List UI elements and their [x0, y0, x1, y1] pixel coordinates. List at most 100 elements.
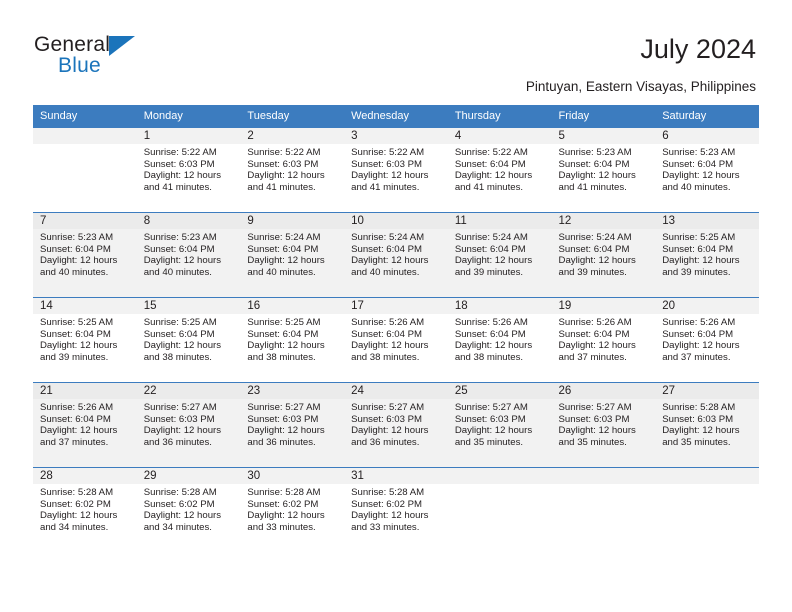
- daylight-duration-line2: and 41 minutes.: [247, 181, 316, 193]
- day-details: Sunrise: 5:27 AM Sunset: 6:03 PM Daylight:…: [344, 399, 448, 448]
- day-number: 19: [551, 298, 656, 314]
- calendar-day-cell[interactable]: 23 Sunrise: 5:27 AM Sunset: 6:03 PM Dayligh…: [240, 382, 345, 468]
- calendar-day-cell[interactable]: 20 Sunrise: 5:26 AM Sunset: 6:04 PM Dayligh…: [655, 297, 759, 383]
- day-cell-inner: 22 Sunrise: 5:27 AM Sunset: 6:03 PM Dayligh…: [136, 383, 241, 467]
- day-cell-inner: 23 Sunrise: 5:27 AM Sunset: 6:03 PM Dayligh…: [240, 383, 345, 467]
- daylight-duration-line2: and 41 minutes.: [558, 181, 627, 193]
- day-number: 10: [344, 213, 448, 229]
- calendar-week-row: 21 Sunrise: 5:26 AM Sunset: 6:04 PM Dayligh…: [33, 382, 759, 468]
- sunset-time: Sunset: 6:04 PM: [558, 158, 630, 170]
- calendar-day-cell[interactable]: 29 Sunrise: 5:28 AM Sunset: 6:02 PM Dayligh…: [136, 467, 241, 552]
- daylight-duration-line2: and 36 minutes.: [143, 436, 212, 448]
- day-cell-inner: 26 Sunrise: 5:27 AM Sunset: 6:03 PM Dayligh…: [551, 383, 656, 467]
- calendar-day-cell[interactable]: 10 Sunrise: 5:24 AM Sunset: 6:04 PM Dayligh…: [344, 212, 448, 298]
- calendar-day-cell[interactable]: 9 Sunrise: 5:24 AM Sunset: 6:04 PM Daylight…: [240, 212, 345, 298]
- day-number: 9: [240, 213, 345, 229]
- day-cell-inner: 20 Sunrise: 5:26 AM Sunset: 6:04 PM Dayligh…: [655, 298, 759, 382]
- daylight-duration-line2: and 37 minutes.: [40, 436, 109, 448]
- day-details: Sunrise: 5:27 AM Sunset: 6:03 PM Daylight:…: [240, 399, 344, 448]
- day-cell-inner: 16 Sunrise: 5:25 AM Sunset: 6:04 PM Dayligh…: [240, 298, 345, 382]
- sunrise-time: Sunrise: 5:27 AM: [143, 402, 217, 413]
- day-details: Sunrise: 5:24 AM Sunset: 6:04 PM Daylight:…: [552, 229, 656, 278]
- calendar-day-cell[interactable]: 1 Sunrise: 5:22 AM Sunset: 6:03 PM Daylight…: [136, 127, 241, 213]
- weekday-header-sunday: Sunday: [33, 105, 137, 128]
- daylight-duration-line2: and 36 minutes.: [247, 436, 316, 448]
- calendar-week-row: 28 Sunrise: 5:28 AM Sunset: 6:02 PM Dayligh…: [33, 467, 759, 552]
- calendar-day-cell[interactable]: 4 Sunrise: 5:22 AM Sunset: 6:04 PM Daylight…: [447, 127, 552, 213]
- daylight-duration-line2: and 38 minutes.: [247, 351, 316, 363]
- daylight-duration-line1: Daylight: 12 hours: [40, 340, 118, 352]
- sunrise-time: Sunrise: 5:26 AM: [40, 402, 114, 413]
- calendar-day-cell[interactable]: 30 Sunrise: 5:28 AM Sunset: 6:02 PM Dayligh…: [240, 467, 345, 552]
- calendar-day-cell[interactable]: 16 Sunrise: 5:25 AM Sunset: 6:04 PM Dayligh…: [240, 297, 345, 383]
- sunset-time: Sunset: 6:02 PM: [247, 498, 319, 510]
- daylight-duration-line2: and 36 minutes.: [351, 436, 420, 448]
- day-number: [551, 468, 656, 484]
- daylight-duration-line1: Daylight: 12 hours: [351, 340, 429, 352]
- general-blue-logo[interactable]: General Blue: [34, 33, 234, 85]
- location-subtitle: Pintuyan, Eastern Visayas, Philippines: [525, 79, 756, 94]
- day-cell-inner: 18 Sunrise: 5:26 AM Sunset: 6:04 PM Dayligh…: [447, 298, 552, 382]
- sunset-time: Sunset: 6:03 PM: [247, 158, 319, 170]
- day-cell-inner: 3 Sunrise: 5:22 AM Sunset: 6:03 PM Daylight…: [344, 128, 448, 212]
- calendar-day-cell[interactable]: 21 Sunrise: 5:26 AM Sunset: 6:04 PM Dayligh…: [33, 382, 137, 468]
- sunrise-time: Sunrise: 5:26 AM: [351, 317, 425, 328]
- sunset-time: Sunset: 6:04 PM: [143, 243, 215, 255]
- calendar-day-cell[interactable]: 2 Sunrise: 5:22 AM Sunset: 6:03 PM Daylight…: [240, 127, 345, 213]
- sunrise-time: Sunrise: 5:24 AM: [247, 232, 321, 243]
- sunrise-time: Sunrise: 5:25 AM: [143, 317, 217, 328]
- weekday-header-saturday: Saturday: [655, 105, 759, 128]
- sunrise-time: Sunrise: 5:22 AM: [143, 147, 217, 158]
- sunrise-time: Sunrise: 5:25 AM: [662, 232, 736, 243]
- calendar-week-row: 1 Sunrise: 5:22 AM Sunset: 6:03 PM Daylight…: [33, 127, 759, 213]
- daylight-duration-line2: and 33 minutes.: [351, 521, 420, 533]
- calendar-day-cell[interactable]: 19 Sunrise: 5:26 AM Sunset: 6:04 PM Dayligh…: [551, 297, 656, 383]
- calendar-day-cell[interactable]: 8 Sunrise: 5:23 AM Sunset: 6:04 PM Daylight…: [136, 212, 241, 298]
- calendar-day-cell[interactable]: 22 Sunrise: 5:27 AM Sunset: 6:03 PM Dayligh…: [136, 382, 241, 468]
- calendar-day-cell[interactable]: 5 Sunrise: 5:23 AM Sunset: 6:04 PM Daylight…: [551, 127, 656, 213]
- weekday-header-thursday: Thursday: [447, 105, 552, 128]
- calendar-day-cell[interactable]: 15 Sunrise: 5:25 AM Sunset: 6:04 PM Dayligh…: [136, 297, 241, 383]
- daylight-duration-line2: and 34 minutes.: [40, 521, 109, 533]
- sunset-time: Sunset: 6:04 PM: [558, 328, 630, 340]
- daylight-duration-line2: and 35 minutes.: [662, 436, 731, 448]
- calendar-day-cell[interactable]: 11 Sunrise: 5:24 AM Sunset: 6:04 PM Dayligh…: [447, 212, 552, 298]
- sunset-time: Sunset: 6:02 PM: [143, 498, 215, 510]
- calendar-day-cell[interactable]: 3 Sunrise: 5:22 AM Sunset: 6:03 PM Daylight…: [344, 127, 448, 213]
- day-cell-inner: [551, 468, 656, 552]
- daylight-duration-line1: Daylight: 12 hours: [143, 170, 222, 182]
- day-cell-inner: [655, 468, 759, 552]
- calendar-day-cell[interactable]: 27 Sunrise: 5:28 AM Sunset: 6:03 PM Dayligh…: [655, 382, 759, 468]
- day-cell-inner: 14 Sunrise: 5:25 AM Sunset: 6:04 PM Dayligh…: [33, 298, 137, 382]
- calendar-day-cell[interactable]: 13 Sunrise: 5:25 AM Sunset: 6:04 PM Dayligh…: [655, 212, 759, 298]
- sunset-time: Sunset: 6:03 PM: [143, 413, 215, 425]
- calendar-day-cell[interactable]: 24 Sunrise: 5:27 AM Sunset: 6:03 PM Dayligh…: [344, 382, 448, 468]
- calendar-day-cell[interactable]: 26 Sunrise: 5:27 AM Sunset: 6:03 PM Dayligh…: [551, 382, 656, 468]
- sunset-time: Sunset: 6:04 PM: [662, 243, 734, 255]
- weekday-header-monday: Monday: [136, 105, 241, 128]
- calendar-day-cell[interactable]: 18 Sunrise: 5:26 AM Sunset: 6:04 PM Dayligh…: [447, 297, 552, 383]
- calendar-day-cell[interactable]: 28 Sunrise: 5:28 AM Sunset: 6:02 PM Dayligh…: [33, 467, 137, 552]
- calendar-day-cell[interactable]: 25 Sunrise: 5:27 AM Sunset: 6:03 PM Dayligh…: [447, 382, 552, 468]
- sunrise-time: Sunrise: 5:27 AM: [558, 402, 632, 413]
- calendar-day-cell[interactable]: 17 Sunrise: 5:26 AM Sunset: 6:04 PM Dayligh…: [344, 297, 448, 383]
- daylight-duration-line2: and 39 minutes.: [454, 266, 524, 278]
- day-details: Sunrise: 5:22 AM Sunset: 6:04 PM Daylight:…: [448, 144, 552, 193]
- daylight-duration-line1: Daylight: 12 hours: [662, 170, 740, 182]
- daylight-duration-line1: Daylight: 12 hours: [351, 170, 429, 182]
- calendar-day-cell[interactable]: 6 Sunrise: 5:23 AM Sunset: 6:04 PM Daylight…: [655, 127, 759, 213]
- daylight-duration-line2: and 41 minutes.: [454, 181, 524, 193]
- daylight-duration-line2: and 39 minutes.: [558, 266, 627, 278]
- day-number: [447, 468, 552, 484]
- sunrise-time: Sunrise: 5:24 AM: [558, 232, 632, 243]
- calendar-day-cell[interactable]: 31 Sunrise: 5:28 AM Sunset: 6:02 PM Dayligh…: [344, 467, 448, 552]
- calendar-day-cell[interactable]: 14 Sunrise: 5:25 AM Sunset: 6:04 PM Dayligh…: [33, 297, 137, 383]
- daylight-duration-line1: Daylight: 12 hours: [143, 340, 222, 352]
- daylight-duration-line1: Daylight: 12 hours: [558, 255, 636, 267]
- sunrise-time: Sunrise: 5:28 AM: [40, 487, 114, 498]
- sunrise-time: Sunrise: 5:23 AM: [143, 232, 217, 243]
- calendar-day-cell[interactable]: 12 Sunrise: 5:24 AM Sunset: 6:04 PM Dayligh…: [551, 212, 656, 298]
- calendar-day-cell[interactable]: 7 Sunrise: 5:23 AM Sunset: 6:04 PM Daylight…: [33, 212, 137, 298]
- calendar-page: General Blue July 2024 Pintuyan, Eastern…: [0, 0, 792, 612]
- day-details: Sunrise: 5:28 AM Sunset: 6:02 PM Daylight:…: [137, 484, 241, 533]
